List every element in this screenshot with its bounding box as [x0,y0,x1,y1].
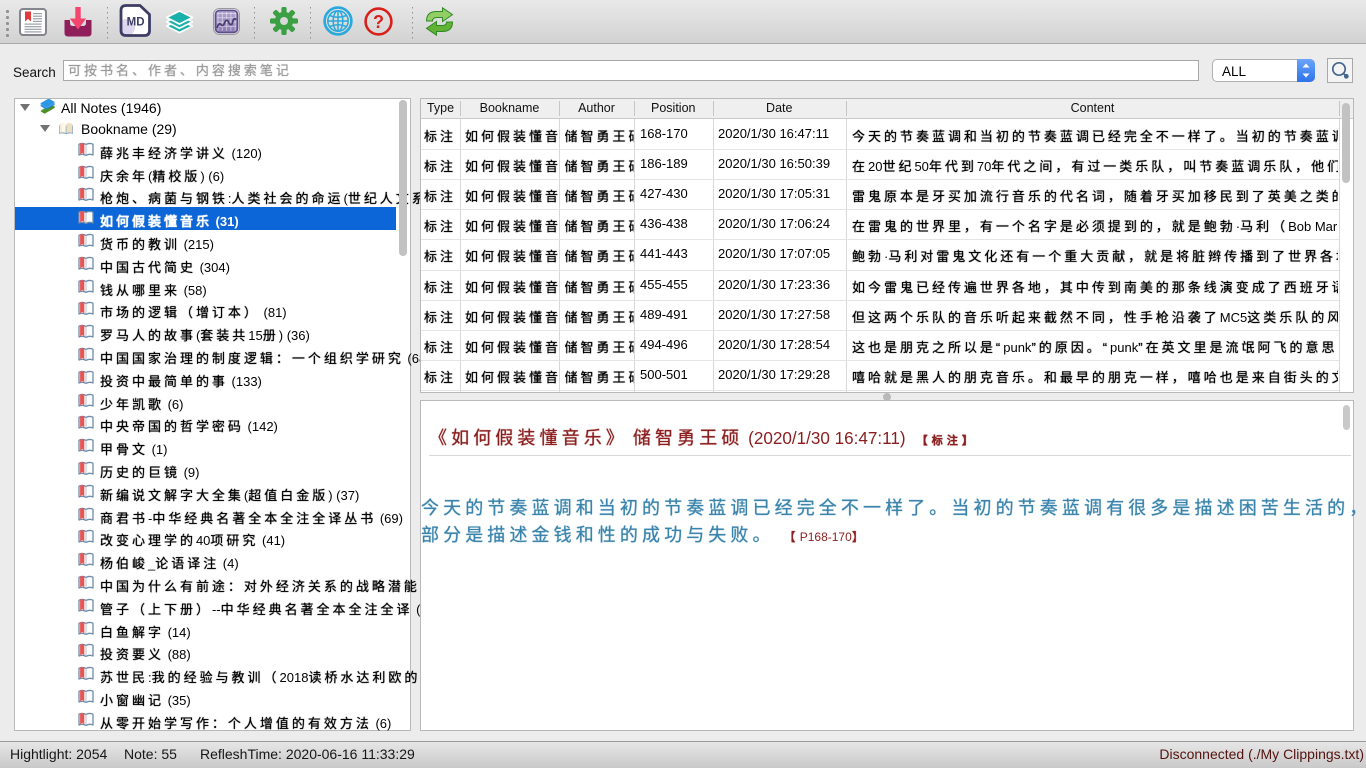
svg-text:MD: MD [127,17,145,29]
svg-text:?: ? [373,12,384,32]
